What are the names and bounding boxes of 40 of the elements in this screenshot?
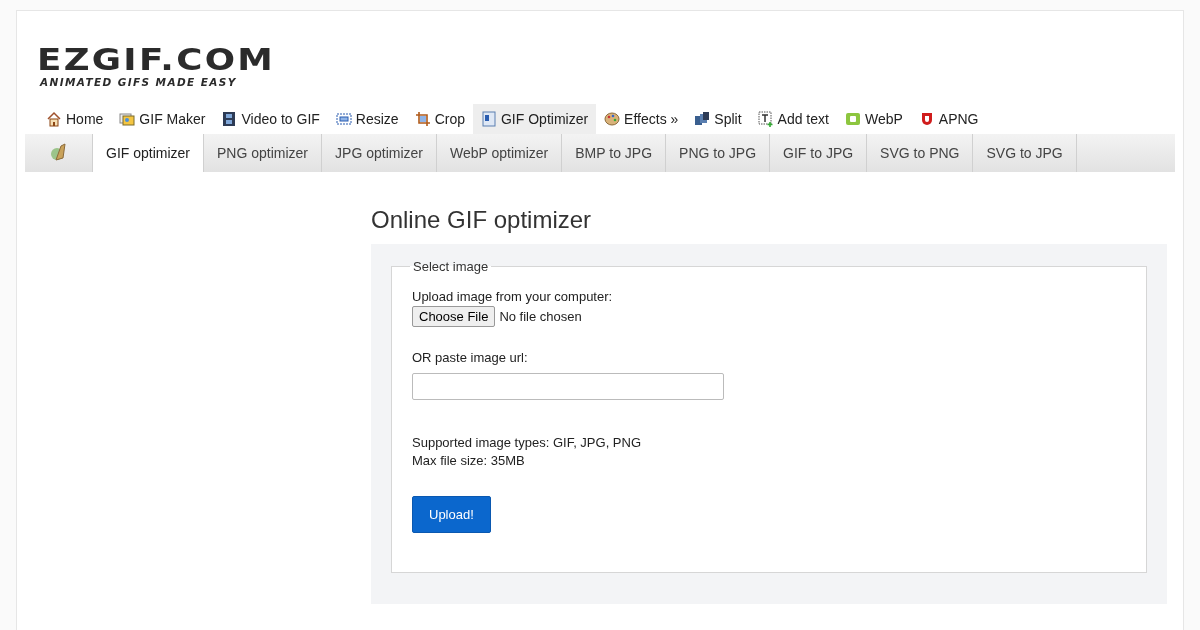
- house-icon: [46, 111, 62, 127]
- sub-tab[interactable]: GIF optimizer: [93, 134, 204, 172]
- palette-icon: [604, 111, 621, 127]
- sub-tab[interactable]: SVG to PNG: [867, 134, 974, 172]
- sub-tab[interactable]: JPG optimizer: [322, 134, 437, 172]
- menu-item[interactable]: WebP: [836, 104, 911, 134]
- text-icon: [757, 111, 774, 127]
- supported-types-text: Supported image types: GIF, JPG, PNG: [412, 434, 643, 452]
- sub-tab[interactable]: PNG optimizer: [204, 134, 323, 172]
- logo-tagline: ANIMATED GIFS MADE EASY: [40, 76, 237, 88]
- fieldset-legend: Select image: [410, 259, 492, 274]
- menu-item[interactable]: Split: [686, 104, 750, 134]
- max-size-text: Max file size: 35MB: [412, 452, 526, 470]
- upload-button[interactable]: Upload!: [412, 496, 491, 533]
- split-icon: [694, 111, 711, 127]
- menu-item[interactable]: APNG: [910, 104, 987, 134]
- resize-icon: [335, 111, 352, 127]
- page-heading: Online GIF optimizer: [371, 206, 593, 234]
- sub-tab[interactable]: SVG to JPG: [973, 134, 1077, 172]
- url-label: OR paste image url:: [412, 349, 529, 367]
- pictures-icon: [119, 111, 136, 127]
- menu-item[interactable]: Resize: [327, 104, 407, 134]
- menu-item[interactable]: Home: [38, 104, 112, 134]
- site-logo[interactable]: EZGIF.COM: [37, 44, 276, 74]
- sub-tab[interactable]: PNG to JPG: [666, 134, 771, 172]
- sub-tab[interactable]: GIF to JPG: [770, 134, 868, 172]
- menu-item[interactable]: GIF Maker: [111, 104, 214, 134]
- menu-item[interactable]: Effects »: [596, 104, 687, 134]
- choose-file-button[interactable]: Choose File: [412, 306, 496, 327]
- file-status: No file chosen: [499, 309, 582, 324]
- menu-item[interactable]: Crop: [406, 104, 473, 134]
- sub-tab[interactable]: WebP optimizer: [436, 134, 563, 172]
- film-icon: [221, 111, 238, 127]
- menu-item[interactable]: GIF Optimizer: [473, 104, 597, 134]
- crop-icon: [414, 111, 431, 127]
- menu-item[interactable]: Video to GIF: [213, 104, 328, 134]
- sub-tab[interactable]: BMP to JPG: [562, 134, 667, 172]
- upload-label: Upload image from your computer:: [412, 288, 614, 306]
- url-input-field[interactable]: [412, 373, 724, 400]
- menu-item[interactable]: Add text: [749, 104, 837, 134]
